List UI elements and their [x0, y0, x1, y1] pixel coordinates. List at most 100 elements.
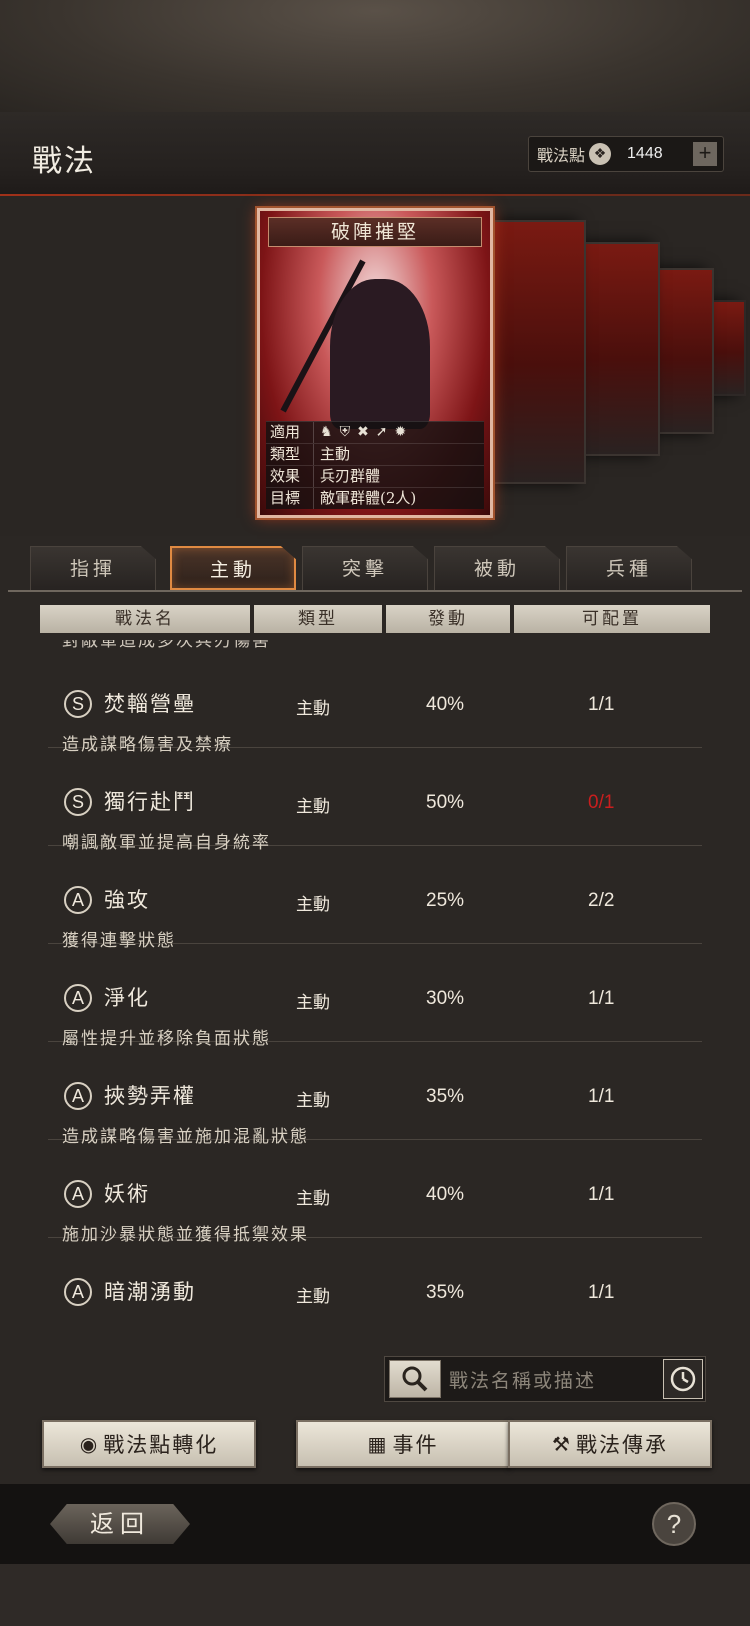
column-name[interactable]: 戰法名 [40, 605, 250, 633]
config-count: 2/2 [588, 890, 615, 911]
tactic-list[interactable]: 對敵軍造成多次兵刃傷害 S 焚輜營壘 主動 40% 1/1 造成謀略傷害及禁療 … [48, 640, 702, 1338]
skill-name: 挾勢弄權 [104, 1084, 196, 1108]
footer-bar: 返回 ? [0, 1484, 750, 1564]
tab-command[interactable]: 指揮 [30, 546, 156, 590]
grade-badge: A [64, 886, 92, 914]
category-tabs: 指揮 主動 突擊 被動 兵種 [30, 546, 730, 592]
warrior-silhouette [330, 279, 430, 429]
trigger-rate: 30% [426, 988, 465, 1009]
partial-description: 對敵軍造成多次兵刃傷害 [62, 640, 271, 651]
skill-name: 獨行赴鬥 [104, 790, 196, 814]
config-count: 1/1 [588, 988, 615, 1009]
skill-type: 主動 [296, 699, 330, 719]
skill-name: 焚輜營壘 [104, 692, 196, 716]
card-title: 破陣摧堅 [268, 217, 482, 247]
column-type[interactable]: 類型 [254, 605, 382, 633]
trigger-rate: 35% [426, 1086, 465, 1107]
column-config[interactable]: 可配置 [514, 605, 710, 633]
list-item[interactable]: S 獨行赴鬥 主動 50% 0/1 嘲諷敵軍並提高自身統率 [48, 752, 702, 853]
skill-type: 主動 [296, 797, 330, 817]
convert-points-label: 戰法點轉化 [103, 1433, 219, 1457]
trigger-rate: 35% [426, 1282, 465, 1303]
skill-type: 主動 [296, 1189, 330, 1209]
inherit-label: 戰法傳承 [575, 1433, 668, 1457]
trigger-rate: 40% [426, 1184, 465, 1205]
list-item[interactable]: A 強攻 主動 25% 2/2 獲得連擊狀態 [48, 850, 702, 951]
points-label: 戰法點 [537, 146, 586, 165]
page-title: 戰法 [32, 144, 96, 179]
search-icon [402, 1366, 428, 1392]
wheel-icon: ✹ [394, 424, 407, 440]
skill-name: 暗潮湧動 [104, 1280, 196, 1304]
card-info-applicable: 適用 ♞ ⛨ ✖ ➚ ✹ [266, 421, 484, 443]
trigger-rate: 25% [426, 890, 465, 911]
search-button[interactable] [389, 1360, 441, 1398]
stack-card-1[interactable] [480, 220, 586, 484]
tab-passive[interactable]: 被動 [434, 546, 560, 590]
skill-name: 妖術 [104, 1182, 150, 1206]
list-item[interactable]: A 挾勢弄權 主動 35% 1/1 造成謀略傷害並施加混亂狀態 [48, 1046, 702, 1147]
config-count: 1/1 [588, 694, 615, 715]
spear-icon: ➚ [375, 424, 388, 440]
flame-coin-icon: ❖ [589, 143, 612, 165]
config-count: 1/1 [588, 1282, 615, 1303]
points-value: 1448 [627, 145, 663, 162]
skill-name: 強攻 [104, 888, 150, 912]
event-label: 事件 [392, 1433, 439, 1457]
search-bar: 戰法名稱或描述 [384, 1356, 706, 1402]
history-button[interactable] [663, 1359, 703, 1399]
alert-icon: ▦ [367, 1432, 389, 1456]
shield-icon: ⛨ [339, 424, 351, 440]
trigger-rate: 50% [426, 792, 465, 813]
top-background [0, 0, 750, 112]
grade-badge: A [64, 984, 92, 1012]
card-carousel[interactable]: 破陣摧堅 適用 ♞ ⛨ ✖ ➚ ✹ 類型 主動 效果 兵刃群體 目標 敵軍群體(… [0, 196, 750, 536]
tab-active[interactable]: 主動 [170, 546, 296, 590]
help-button[interactable]: ? [652, 1502, 696, 1546]
config-count: 0/1 [588, 792, 615, 813]
list-item[interactable]: A 妖術 主動 40% 1/1 施加沙暴狀態並獲得抵禦效果 [48, 1144, 702, 1245]
info-key: 類型 [266, 444, 314, 465]
trigger-rate: 40% [426, 694, 465, 715]
convert-points-button[interactable]: ◉ 戰法點轉化 [42, 1420, 256, 1468]
list-item[interactable]: S 焚輜營壘 主動 40% 1/1 造成謀略傷害及禁療 [48, 654, 702, 755]
add-points-button[interactable]: + [693, 142, 717, 166]
selected-tactic-card[interactable]: 破陣摧堅 適用 ♞ ⛨ ✖ ➚ ✹ 類型 主動 效果 兵刃群體 目標 敵軍群體(… [255, 206, 495, 520]
grade-badge: A [64, 1278, 92, 1306]
card-info-target: 目標 敵軍群體(2人) [266, 487, 484, 509]
list-item[interactable]: A 淨化 主動 30% 1/1 屬性提升並移除負面狀態 [48, 948, 702, 1049]
bottom-decoration [0, 1564, 750, 1626]
inherit-button[interactable]: ⚒ 戰法傳承 [508, 1420, 712, 1468]
card-info: 適用 ♞ ⛨ ✖ ➚ ✹ 類型 主動 效果 兵刃群體 目標 敵軍群體(2人) [266, 421, 484, 509]
hammer-icon: ⚒ [552, 1432, 572, 1456]
event-button[interactable]: ▦ 事件 [296, 1420, 510, 1468]
bow-icon: ✖ [357, 424, 369, 440]
back-button[interactable]: 返回 [50, 1504, 190, 1544]
info-key: 效果 [266, 466, 314, 487]
config-count: 1/1 [588, 1086, 615, 1107]
skill-name: 淨化 [104, 986, 150, 1010]
config-count: 1/1 [588, 1184, 615, 1205]
info-key: 目標 [266, 488, 314, 509]
tactic-points-display: 戰法點 ❖ 1448 + [528, 136, 724, 172]
header-bar: 戰法 戰法點 ❖ 1448 + [0, 112, 750, 204]
unit-type-icons: ♞ ⛨ ✖ ➚ ✹ [314, 422, 406, 443]
search-input[interactable]: 戰法名稱或描述 [449, 1366, 596, 1393]
tab-assault[interactable]: 突擊 [302, 546, 428, 590]
grade-badge: S [64, 788, 92, 816]
list-item[interactable]: A 暗潮湧動 主動 35% 1/1 [48, 1242, 702, 1336]
skill-type: 主動 [296, 993, 330, 1013]
skill-type: 主動 [296, 1091, 330, 1111]
flame-icon: ◉ [79, 1432, 100, 1456]
info-key: 適用 [266, 422, 314, 443]
info-value: 主動 [320, 445, 351, 463]
grade-badge: A [64, 1082, 92, 1110]
skill-type: 主動 [296, 895, 330, 915]
tab-troop[interactable]: 兵種 [566, 546, 692, 590]
tab-divider [8, 590, 742, 592]
info-value: 敵軍群體(2人) [320, 489, 417, 507]
column-trigger[interactable]: 發動 [386, 605, 510, 633]
card-info-effect: 效果 兵刃群體 [266, 465, 484, 487]
clock-icon [670, 1366, 696, 1392]
grade-badge: A [64, 1180, 92, 1208]
